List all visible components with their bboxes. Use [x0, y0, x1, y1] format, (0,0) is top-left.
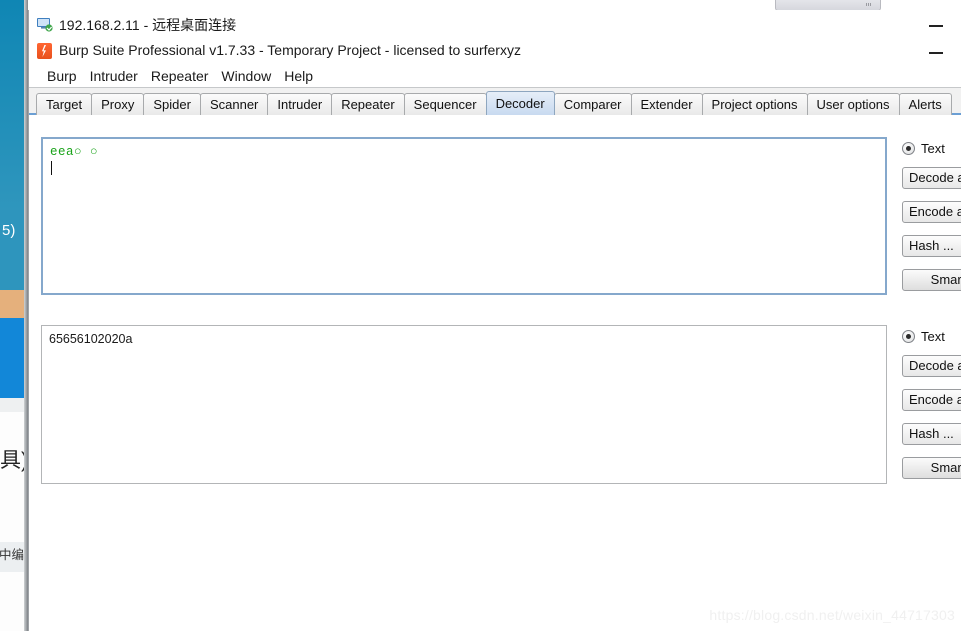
tab-decoder[interactable]: Decoder — [485, 91, 555, 115]
background-band-white-2 — [0, 572, 24, 631]
tab-proxy[interactable]: Proxy — [91, 93, 145, 115]
decode-as-button-output[interactable]: Decode a — [902, 355, 961, 377]
tab-intruder[interactable]: Intruder — [267, 93, 333, 115]
decoder-input-textarea[interactable]: eea○ ○ — [41, 137, 887, 295]
burp-menu-bar: Burp Intruder Repeater Window Help — [29, 64, 961, 88]
rdp-title-bar[interactable]: 192.168.2.11 - 远程桌面连接 — [29, 10, 961, 40]
decoder-output-text: 65656102020a — [49, 332, 133, 346]
minimize-icon — [929, 25, 943, 27]
background-band-blue — [0, 318, 24, 398]
radio-text-input[interactable] — [902, 141, 915, 155]
grip-dots-icon — [866, 3, 872, 6]
radio-text-input-label: Text — [921, 140, 945, 156]
smart-decode-button-input[interactable]: Smart — [902, 269, 961, 291]
decoder-input-controls: Text Decode a Encode a Hash ... Smart — [895, 137, 961, 303]
burp-title-text: Burp Suite Professional v1.7.33 - Tempor… — [59, 42, 521, 58]
background-band-teal — [0, 0, 24, 210]
tab-project-options[interactable]: Project options — [701, 93, 808, 115]
radio-text-output-label: Text — [921, 328, 945, 344]
background-band-white — [0, 412, 24, 542]
menu-item-repeater[interactable]: Repeater — [145, 66, 216, 86]
burp-minimize-button[interactable] — [915, 39, 959, 63]
radio-text-output[interactable] — [902, 329, 915, 343]
background-window[interactable]: 5) 具) 中编码 — [0, 0, 28, 631]
background-band-gray — [0, 398, 24, 412]
menu-item-window[interactable]: Window — [215, 66, 278, 86]
text-caret — [51, 161, 52, 175]
remote-desktop-icon — [37, 18, 53, 32]
menu-item-intruder[interactable]: Intruder — [84, 66, 145, 86]
tab-alerts[interactable]: Alerts — [898, 93, 952, 115]
input-format-radio-group: Text — [895, 137, 961, 159]
decode-as-button-input[interactable]: Decode a — [902, 167, 961, 189]
background-text-fragment-number: 5) — [2, 222, 16, 239]
decoder-input-text: eea○ ○ — [50, 145, 99, 159]
minimize-icon — [929, 52, 943, 54]
remote-desktop-window: 192.168.2.11 - 远程桌面连接 Burp Suite Profess… — [28, 10, 961, 631]
tab-repeater[interactable]: Repeater — [331, 93, 405, 115]
hash-button-output[interactable]: Hash ... — [902, 423, 961, 445]
tab-user-options[interactable]: User options — [806, 93, 900, 115]
tab-comparer[interactable]: Comparer — [553, 93, 632, 115]
watermark-text: https://blog.csdn.net/weixin_44717303 — [709, 607, 955, 623]
hash-button-input[interactable]: Hash ... — [902, 235, 961, 257]
rdp-title-text: 192.168.2.11 - 远程桌面连接 — [59, 17, 237, 33]
background-band-orange — [0, 290, 24, 318]
encode-as-button-output[interactable]: Encode a — [902, 389, 961, 411]
smart-decode-button-output[interactable]: Smart — [902, 457, 961, 479]
tab-target[interactable]: Target — [36, 93, 93, 115]
rdp-minimize-button[interactable] — [915, 10, 959, 38]
output-format-radio-group: Text — [895, 325, 961, 347]
menu-item-help[interactable]: Help — [278, 66, 320, 86]
tab-scanner[interactable]: Scanner — [199, 93, 269, 115]
decoder-output-textarea[interactable]: 65656102020a — [41, 325, 887, 484]
menu-item-burp[interactable]: Burp — [41, 66, 84, 86]
decoder-panel: eea○ ○ 65656102020a Text Decode a Encode… — [29, 115, 961, 630]
tab-sequencer[interactable]: Sequencer — [403, 93, 487, 115]
decoder-output-controls: Text Decode a Encode a Hash ... Smart — [895, 325, 961, 491]
tab-spider[interactable]: Spider — [143, 93, 201, 115]
encode-as-button-input[interactable]: Encode a — [902, 201, 961, 223]
burp-tab-strip: Target Proxy Spider Scanner Intruder Rep… — [29, 88, 961, 115]
burp-suite-logo-icon — [37, 43, 52, 59]
burp-suite-window: Burp Suite Professional v1.7.33 - Tempor… — [29, 39, 961, 631]
burp-title-bar[interactable]: Burp Suite Professional v1.7.33 - Tempor… — [29, 39, 961, 64]
tab-extender[interactable]: Extender — [630, 93, 703, 115]
